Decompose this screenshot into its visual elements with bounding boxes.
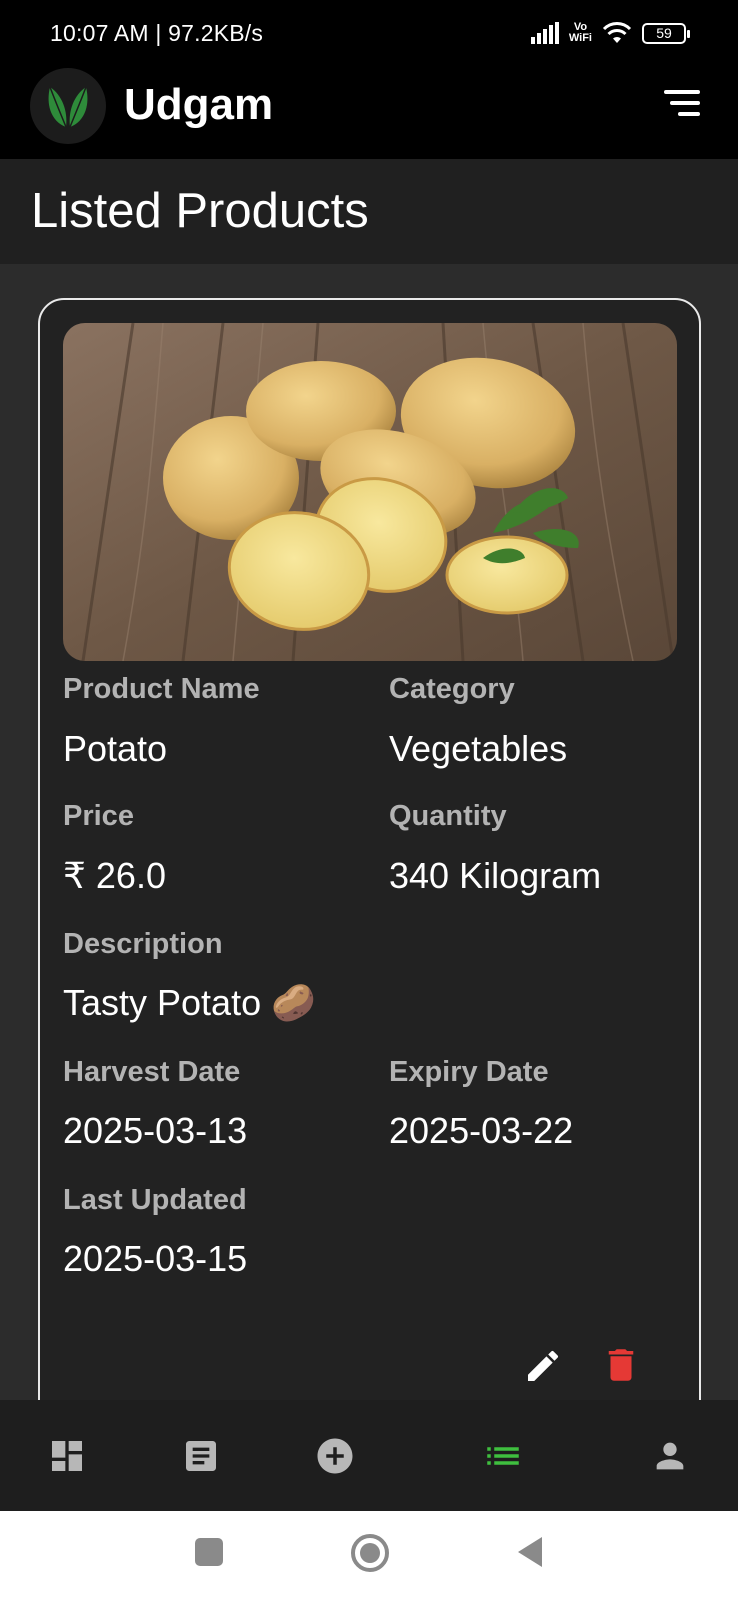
home-circle-icon[interactable] [350, 1533, 390, 1578]
delete-icon[interactable] [600, 1344, 642, 1391]
quantity-label: Quantity [389, 800, 507, 832]
leaf-logo-icon [30, 68, 106, 144]
wifi-icon [602, 22, 632, 43]
page-title-bar: Listed Products [0, 159, 738, 264]
edit-icon[interactable] [523, 1346, 563, 1391]
category-label: Category [389, 673, 515, 705]
battery-level: 59 [656, 25, 672, 41]
dashboard-icon[interactable] [37, 1426, 97, 1486]
expiry-date-value: 2025-03-22 [389, 1110, 574, 1151]
back-triangle-icon[interactable] [516, 1535, 544, 1574]
expiry-date-label: Expiry Date [389, 1056, 549, 1088]
person-icon[interactable] [640, 1426, 700, 1486]
quantity-value: 340 Kilogram [389, 855, 602, 896]
product-image [63, 323, 677, 661]
price-label: Price [63, 800, 134, 832]
last-updated-label: Last Updated [63, 1184, 247, 1216]
list-icon[interactable] [473, 1426, 533, 1486]
page-title: Listed Products [31, 184, 369, 238]
status-icons: Vo WiFi 59 [530, 18, 690, 48]
vowifi-label: Vo WiFi [568, 21, 592, 44]
app-title: Udgam [124, 80, 274, 129]
price-value: ₹ 26.0 [63, 855, 166, 896]
status-bar: 10:07 AM | 97.2KB/s Vo WiFi 59 [0, 0, 738, 66]
harvest-date-value: 2025-03-13 [63, 1110, 248, 1151]
app-header: Udgam [0, 66, 738, 159]
harvest-date-label: Harvest Date [63, 1056, 241, 1088]
signal-icon [530, 22, 559, 44]
battery-icon: 59 [642, 22, 690, 44]
article-icon[interactable] [171, 1426, 231, 1486]
product-name-label: Product Name [63, 673, 260, 705]
bottom-navigation [0, 1400, 738, 1511]
sort-menu-icon[interactable] [660, 90, 700, 120]
system-navigation-bar [0, 1511, 738, 1600]
category-value: Vegetables [389, 728, 568, 769]
recents-square-icon[interactable] [194, 1537, 224, 1572]
description-label: Description [63, 928, 223, 960]
description-value: Tasty Potato 🥔 [63, 982, 316, 1023]
add-circle-icon[interactable] [305, 1426, 365, 1486]
product-name-value: Potato [63, 728, 168, 769]
product-card: Product Name Potato Category Vegetables … [38, 298, 701, 1448]
last-updated-value: 2025-03-15 [63, 1238, 248, 1279]
status-time: 10:07 AM | 97.2KB/s [50, 20, 264, 46]
